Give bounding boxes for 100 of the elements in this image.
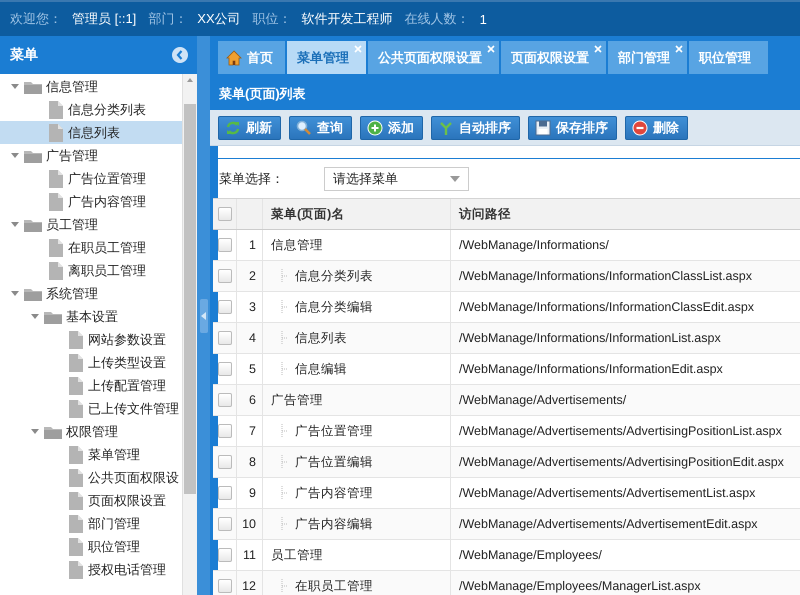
toolbar-button[interactable]: 查询 (289, 116, 352, 140)
menu-item[interactable]: 网站参数设置 (0, 328, 182, 351)
caret-icon (200, 312, 206, 320)
toolbar-button[interactable]: 删除 (625, 116, 688, 140)
table-cell: /WebManage/Informations/InformationList.aspx (450, 322, 800, 354)
menu-item-label: 在职员工管理 (68, 238, 146, 256)
table-cell: 员工管理 (271, 546, 323, 564)
menu-item-label: 离职员工管理 (68, 262, 146, 280)
row-checkbox[interactable] (218, 486, 232, 500)
row-checkbox[interactable] (218, 269, 232, 284)
menu-item[interactable]: 系统管理 (0, 282, 182, 305)
row-checkbox[interactable] (218, 579, 232, 594)
table-cell: 广告位置管理 (295, 422, 373, 440)
menu-item-label: 员工管理 (46, 216, 98, 234)
file-icon (48, 192, 64, 210)
row-checkbox[interactable] (218, 362, 232, 376)
menu-item[interactable]: 上传类型设置 (0, 351, 182, 374)
expand-toggle-icon[interactable] (10, 150, 20, 160)
file-icon (48, 262, 64, 280)
table-cell: 信息管理 (271, 236, 323, 254)
minus-icon (632, 120, 648, 136)
menu-item[interactable]: 页面权限设置 (0, 489, 182, 512)
menu-item[interactable]: 广告内容管理 (0, 190, 182, 213)
table-cell: 信息编辑 (295, 360, 347, 378)
close-icon[interactable] (675, 45, 683, 53)
toolbar-button[interactable]: 自动排序 (431, 116, 520, 140)
menu-item[interactable]: 员工管理 (0, 213, 182, 236)
row-number: 8 (236, 446, 262, 478)
row-checkbox[interactable] (218, 331, 232, 346)
plus-icon (367, 120, 383, 136)
table-cell: 广告内容编辑 (295, 516, 373, 532)
branch-icon (438, 120, 454, 136)
menu-item[interactable]: 信息管理 (0, 75, 182, 98)
close-icon[interactable] (594, 45, 602, 53)
info-label: 部门： (148, 10, 188, 28)
close-icon[interactable] (354, 45, 362, 53)
menu-item-label: 上传类型设置 (88, 354, 166, 372)
row-checkbox[interactable] (218, 424, 232, 438)
expand-toggle-icon[interactable] (10, 82, 20, 92)
scrollbar-thumb[interactable] (184, 104, 196, 494)
expand-toggle-icon[interactable] (10, 288, 20, 298)
expand-toggle-icon[interactable] (30, 426, 40, 436)
tree-line-icon (281, 424, 289, 438)
menu-item[interactable]: 已上传文件管理 (0, 397, 182, 420)
tree-line-icon (281, 517, 289, 531)
expand-toggle-icon[interactable] (10, 220, 20, 230)
panel-title: 菜单(页面)列表 (218, 85, 307, 103)
menu-item[interactable]: 上传配置管理 (0, 374, 182, 397)
expand-toggle-icon[interactable] (30, 312, 40, 322)
table-cell: /WebManage/Informations/InformationClassList.aspx (450, 260, 800, 292)
tree-line-icon (281, 269, 289, 283)
tree-line-icon (281, 331, 289, 345)
tab[interactable]: 菜单管理 (287, 41, 366, 74)
menu-item[interactable]: 职位管理 (0, 535, 182, 558)
row-checkbox[interactable] (218, 455, 232, 470)
toolbar-button[interactable]: 保存排序 (528, 116, 617, 140)
home-icon (226, 50, 242, 66)
select-all-checkbox[interactable] (218, 207, 232, 222)
menu-item[interactable]: 基本设置 (0, 305, 182, 328)
info-label: 职位： (252, 10, 292, 28)
row-checkbox[interactable] (218, 238, 232, 252)
close-icon[interactable] (487, 45, 495, 53)
row-checkbox[interactable] (218, 300, 232, 314)
row-checkbox[interactable] (218, 548, 232, 562)
info-value: 1 (480, 12, 487, 26)
menu-select[interactable]: 请选择菜单 (324, 166, 469, 190)
tree-line-icon (281, 300, 289, 314)
toolbar-button[interactable]: 添加 (360, 116, 423, 140)
info-label: 在线人数： (404, 10, 470, 28)
splitter-handle[interactable] (200, 298, 208, 332)
menu-item[interactable]: 授权电话管理 (0, 558, 182, 581)
collapse-icon[interactable] (171, 46, 189, 64)
filter-label: 菜单选择： (219, 170, 285, 188)
menu-item[interactable]: 广告管理 (0, 144, 182, 167)
menu-item[interactable]: 菜单管理 (0, 443, 182, 466)
menu-item-label: 基本设置 (66, 308, 118, 326)
file-icon (48, 238, 64, 256)
tree-line-icon (281, 486, 289, 500)
row-checkbox[interactable] (218, 517, 232, 532)
scrollbar[interactable] (182, 74, 197, 595)
menu-item[interactable]: 信息列表 (0, 121, 182, 144)
menu-item[interactable]: 信息分类列表 (0, 98, 182, 121)
menu-item[interactable]: 在职员工管理 (0, 236, 182, 259)
row-number: 10 (236, 508, 262, 540)
menu-item[interactable]: 广告位置管理 (0, 167, 182, 190)
dropdown-caret-icon (450, 176, 460, 182)
row-number: 12 (236, 570, 262, 595)
file-icon (68, 538, 84, 556)
tree-line-icon (281, 455, 289, 469)
file-icon (68, 330, 84, 348)
row-checkbox[interactable] (218, 393, 232, 408)
file-icon (68, 468, 84, 486)
toolbar-button[interactable]: 刷新 (218, 116, 281, 140)
menu-item[interactable]: 部门管理 (0, 512, 182, 535)
menu-item[interactable]: 公共页面权限设 (0, 466, 182, 489)
menu-item[interactable]: 权限管理 (0, 420, 182, 443)
file-icon (68, 400, 84, 418)
menu-item[interactable]: 离职员工管理 (0, 259, 182, 282)
info-value: XX公司 (197, 10, 241, 28)
table-cell: 信息列表 (295, 330, 347, 346)
